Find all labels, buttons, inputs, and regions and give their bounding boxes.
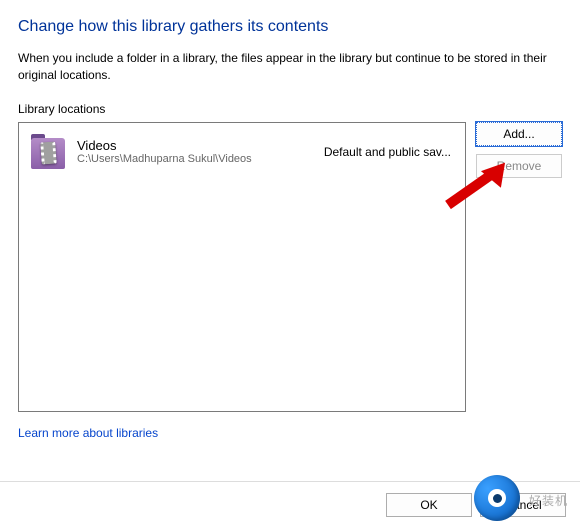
watermark-badge bbox=[474, 475, 520, 521]
dialog-title: Change how this library gathers its cont… bbox=[18, 18, 562, 36]
item-texts: Videos C:\Users\Madhuparna Sukul\Videos bbox=[77, 138, 304, 165]
library-location-item[interactable]: Videos C:\Users\Madhuparna Sukul\Videos … bbox=[23, 129, 461, 175]
videos-folder-icon bbox=[29, 133, 67, 171]
ok-button[interactable]: OK bbox=[386, 493, 472, 517]
remove-button: Remove bbox=[476, 154, 562, 178]
main-row: Videos C:\Users\Madhuparna Sukul\Videos … bbox=[18, 122, 562, 412]
item-title: Videos bbox=[77, 138, 304, 153]
add-button[interactable]: Add... bbox=[476, 122, 562, 146]
watermark-text: 好装机 bbox=[529, 492, 568, 509]
library-locations-listbox[interactable]: Videos C:\Users\Madhuparna Sukul\Videos … bbox=[18, 122, 466, 412]
library-dialog: Change how this library gathers its cont… bbox=[0, 0, 580, 440]
side-buttons: Add... Remove bbox=[476, 122, 562, 178]
item-path: C:\Users\Madhuparna Sukul\Videos bbox=[77, 153, 304, 165]
section-label: Library locations bbox=[18, 102, 562, 116]
dialog-description: When you include a folder in a library, … bbox=[18, 50, 562, 84]
item-status: Default and public sav... bbox=[324, 145, 451, 159]
learn-more-link[interactable]: Learn more about libraries bbox=[18, 426, 158, 440]
